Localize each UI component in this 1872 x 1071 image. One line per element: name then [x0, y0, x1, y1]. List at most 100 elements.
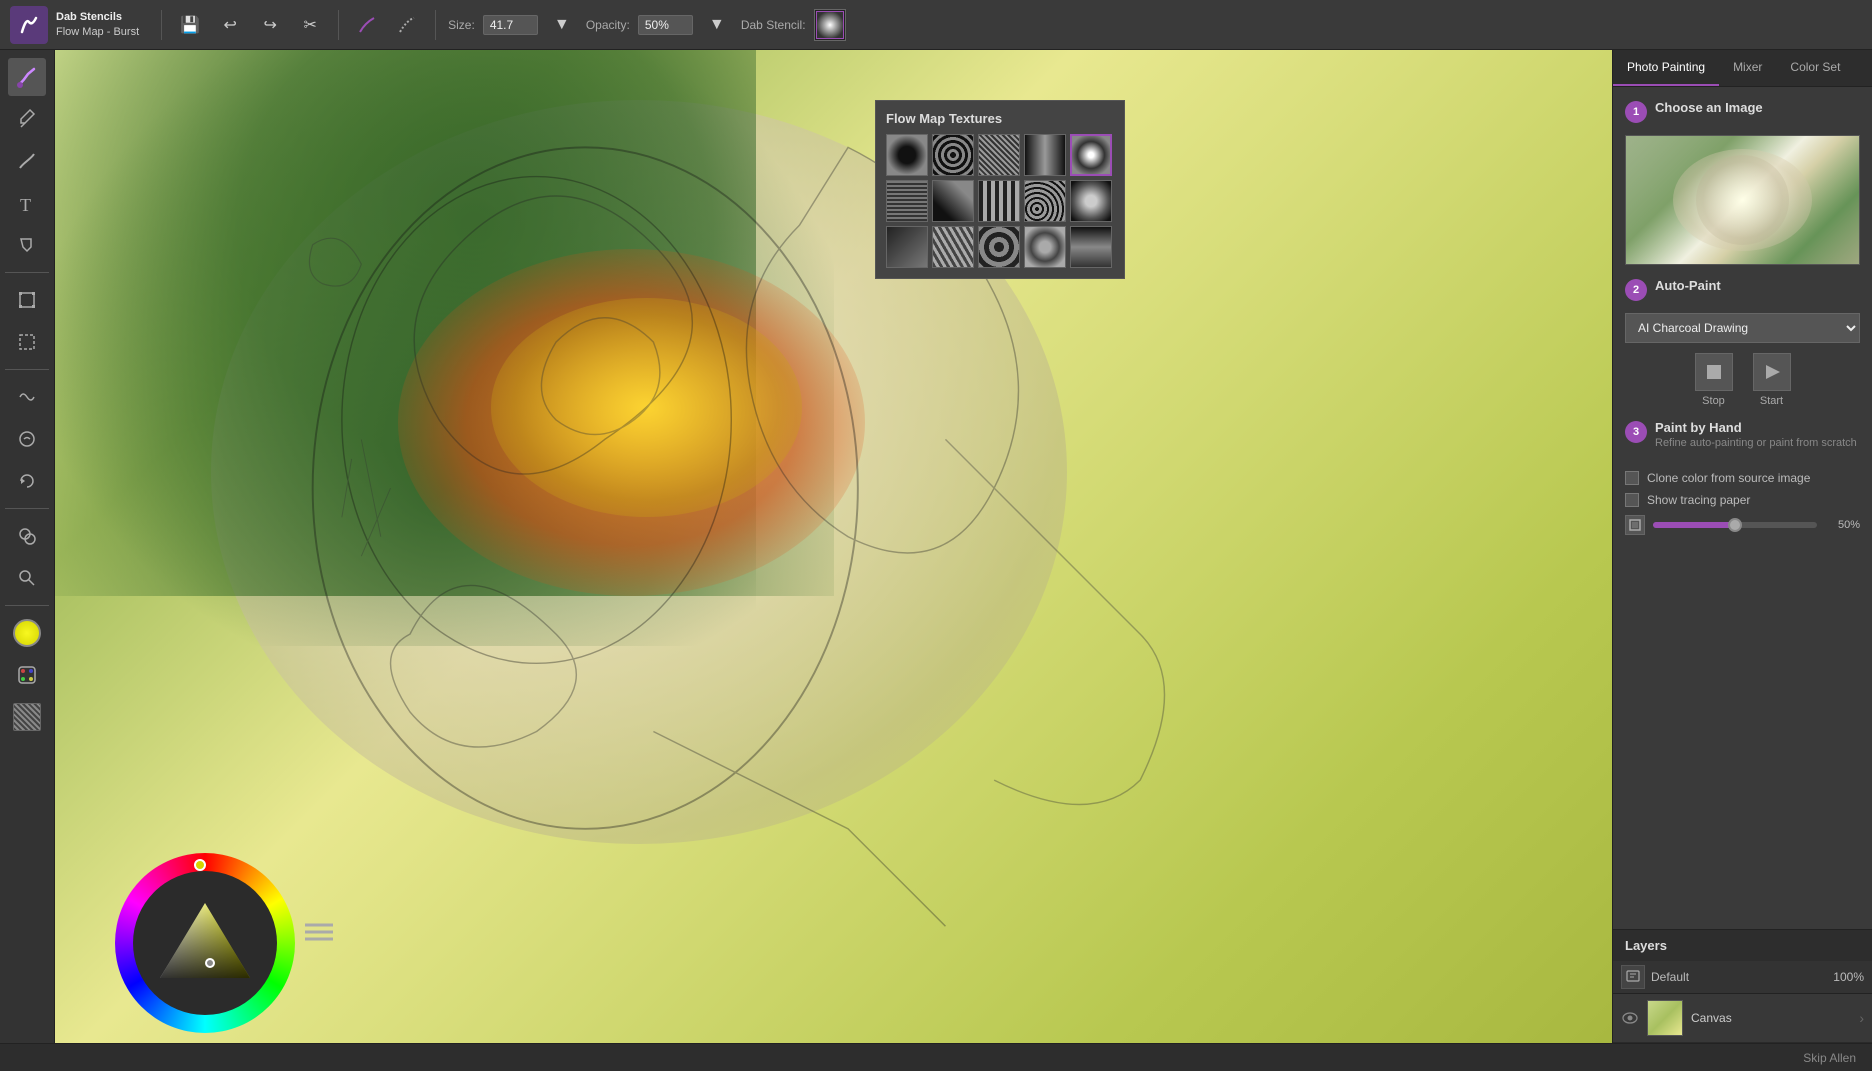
step-1-label: Choose an Image: [1655, 99, 1763, 117]
app-title: Dab Stencils Flow Map - Burst: [56, 10, 139, 39]
texture-10[interactable]: [1070, 180, 1112, 222]
clone-color-label: Clone color from source image: [1647, 471, 1810, 485]
opacity-slider-track[interactable]: [1653, 522, 1817, 528]
rotate-tool-button[interactable]: [8, 462, 46, 500]
texture-stencil-button[interactable]: [8, 698, 46, 736]
layer-expand-icon[interactable]: ›: [1859, 1010, 1864, 1026]
start-label: Start: [1760, 395, 1783, 407]
main-area: T: [0, 50, 1872, 1043]
texture-12[interactable]: [932, 226, 974, 268]
step-3-row: 3 Paint by Hand Refine auto-painting or …: [1625, 419, 1860, 459]
color-wheel-inner: [133, 871, 277, 1015]
brush-tool-button[interactable]: [8, 58, 46, 96]
svg-text:T: T: [20, 195, 31, 213]
opacity-slider-icon: [1625, 515, 1645, 535]
step-2-label: Auto-Paint: [1655, 277, 1721, 295]
texture-4[interactable]: [1024, 134, 1066, 176]
opacity-slider-fill: [1653, 522, 1735, 528]
color-triangle[interactable]: [155, 898, 255, 988]
stop-button[interactable]: [1695, 353, 1733, 391]
texture-8[interactable]: [978, 180, 1020, 222]
tracing-paper-label: Show tracing paper: [1647, 493, 1750, 507]
photo-painting-tabs: Photo Painting Mixer Color Set: [1613, 50, 1872, 87]
start-button[interactable]: [1753, 353, 1791, 391]
tab-color-set[interactable]: Color Set: [1776, 50, 1854, 86]
auto-paint-section: AI Charcoal Drawing Stop: [1625, 313, 1860, 407]
texture-2[interactable]: [932, 134, 974, 176]
source-image-overlay: [1626, 136, 1859, 264]
redo-button[interactable]: ↪: [254, 9, 286, 41]
layer-default-label: Default: [1651, 970, 1827, 984]
toolbar-separator-3: [435, 10, 436, 40]
liquify-tool-button[interactable]: [8, 420, 46, 458]
texture-1[interactable]: [886, 134, 928, 176]
tab-mixer[interactable]: Mixer: [1719, 50, 1776, 86]
canvas-layer-row[interactable]: Canvas ›: [1613, 994, 1872, 1043]
flow-map-title: Flow Map Textures: [886, 111, 1114, 126]
tracing-paper-row: Show tracing paper: [1625, 493, 1860, 507]
step-3-number: 3: [1625, 421, 1647, 443]
clone-color-checkbox[interactable]: [1625, 471, 1639, 485]
zoom-tool-button[interactable]: [8, 559, 46, 597]
hamburger-menu[interactable]: [305, 922, 333, 948]
step-1-row: 1 Choose an Image: [1625, 99, 1860, 123]
texture-5[interactable]: [1070, 134, 1112, 176]
tracing-paper-checkbox[interactable]: [1625, 493, 1639, 507]
opacity-slider-handle[interactable]: [1728, 518, 1742, 532]
color-wheel[interactable]: [115, 853, 295, 1033]
size-input[interactable]: [483, 15, 538, 35]
selection-tool-button[interactable]: [8, 323, 46, 361]
step-3-label: Paint by Hand: [1655, 419, 1857, 437]
toolbar-separator-2: [338, 10, 339, 40]
text-tool-button[interactable]: T: [8, 184, 46, 222]
texture-13[interactable]: [978, 226, 1020, 268]
canvas-area[interactable]: Flow Map Textures: [55, 50, 1612, 1043]
layer-opacity-value: 100%: [1833, 970, 1864, 984]
brush-style-1-button[interactable]: [351, 9, 383, 41]
tools-separator-3: [5, 508, 48, 509]
clone-tool-button[interactable]: [8, 517, 46, 555]
texture-14[interactable]: [1024, 226, 1066, 268]
left-tools-panel: T: [0, 50, 55, 1043]
brush-style-2-button[interactable]: [391, 9, 423, 41]
save-button[interactable]: 💾: [174, 9, 206, 41]
opacity-dropdown-button[interactable]: ▼: [701, 9, 733, 41]
auto-paint-dropdown[interactable]: AI Charcoal Drawing: [1625, 313, 1860, 343]
tab-photo-painting[interactable]: Photo Painting: [1613, 50, 1719, 86]
dab-stencil-preview[interactable]: [814, 9, 846, 41]
layers-panel: Layers Default 100% Canvas ›: [1613, 929, 1872, 1043]
texture-9[interactable]: [1024, 180, 1066, 222]
app-subtitle: Flow Map - Burst: [56, 25, 139, 39]
eyedropper-tool-button[interactable]: [8, 100, 46, 138]
warp-tool-button[interactable]: [8, 378, 46, 416]
layers-title: Layers: [1625, 938, 1667, 953]
step-2-number: 2: [1625, 279, 1647, 301]
layers-header: Layers: [1613, 930, 1872, 961]
texture-11[interactable]: [886, 226, 928, 268]
texture-3[interactable]: [978, 134, 1020, 176]
opacity-input[interactable]: [638, 15, 693, 35]
undo-button[interactable]: ↩: [214, 9, 246, 41]
app-name: Dab Stencils: [56, 10, 139, 24]
texture-grid: [886, 134, 1114, 268]
texture-7[interactable]: [932, 180, 974, 222]
add-layer-button[interactable]: [1621, 965, 1645, 989]
transform-tool-button[interactable]: [8, 281, 46, 319]
straighten-button[interactable]: ✂: [294, 9, 326, 41]
size-dropdown-button[interactable]: ▼: [546, 9, 578, 41]
source-image[interactable]: [1625, 135, 1860, 265]
texture-6[interactable]: [886, 180, 928, 222]
color-button[interactable]: [8, 614, 46, 652]
step-3-subtitle: Refine auto-painting or paint from scrat…: [1655, 437, 1857, 449]
paint-by-hand-section: Clone color from source image Show traci…: [1625, 471, 1860, 535]
stop-button-group: Stop: [1695, 353, 1733, 407]
right-panel: Photo Painting Mixer Color Set 1 Choose …: [1612, 50, 1872, 1043]
layer-visibility-button[interactable]: [1621, 1009, 1639, 1027]
smudge-tool-button[interactable]: [8, 142, 46, 180]
mixer-button[interactable]: [8, 656, 46, 694]
saturation-handle[interactable]: [205, 958, 215, 968]
dab-stencil-label: Dab Stencil:: [741, 18, 806, 32]
fill-tool-button[interactable]: [8, 226, 46, 264]
hue-handle[interactable]: [194, 859, 206, 871]
texture-15[interactable]: [1070, 226, 1112, 268]
